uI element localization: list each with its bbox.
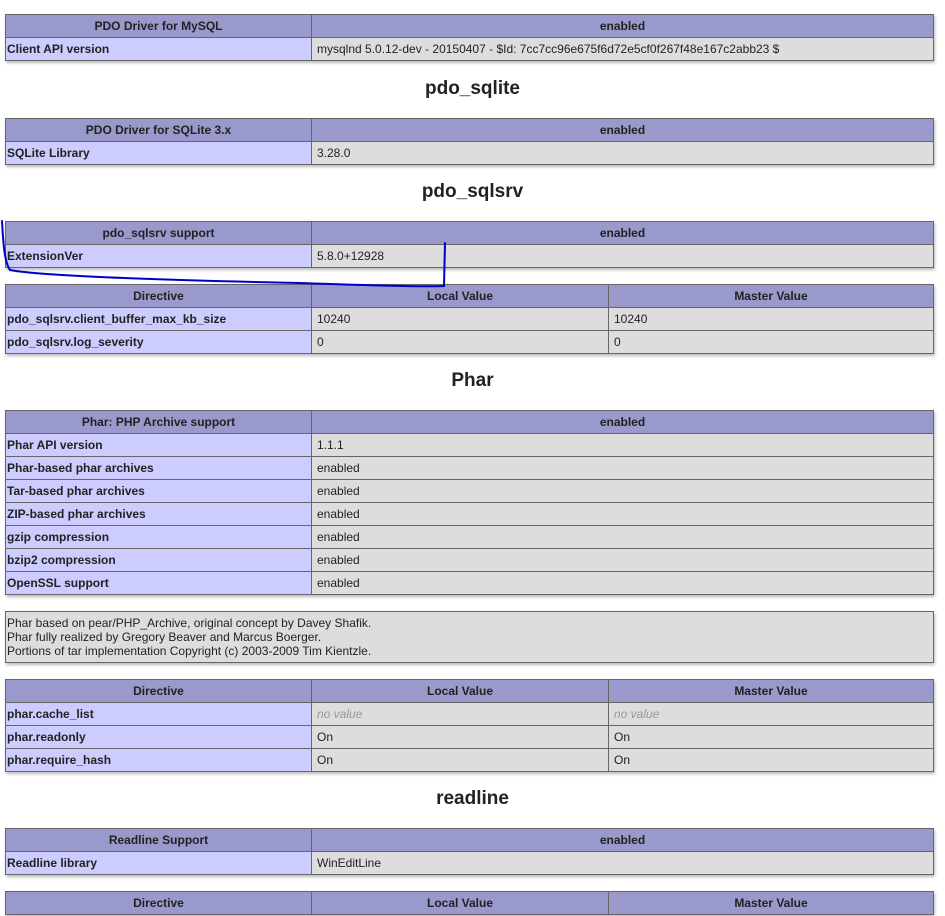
phar-table: Phar: PHP Archive support enabled Phar A… [5, 410, 934, 595]
table-header-cell: PDO Driver for SQLite 3.x [5, 118, 312, 142]
row-value: enabled [311, 456, 934, 480]
table-header-cell: Directive [5, 284, 312, 308]
row-key: Phar-based phar archives [5, 456, 312, 480]
table-header-cell: enabled [311, 118, 934, 142]
section-title-phar: Phar [451, 370, 494, 391]
table-header-cell: pdo_sqlsrv support [5, 221, 312, 245]
row-value: enabled [311, 479, 934, 503]
row-value: enabled [311, 502, 934, 526]
master-value: no value [608, 702, 934, 726]
row-value: enabled [311, 548, 934, 572]
table-header-row: PDO Driver for SQLite 3.x enabled [5, 118, 934, 142]
credits-line: Phar based on pear/PHP_Archive, original… [7, 616, 372, 630]
table-row: SQLite Library 3.28.0 [5, 141, 934, 165]
pdo-sqlite-table: PDO Driver for SQLite 3.x enabled SQLite… [5, 118, 934, 165]
row-key: ZIP-based phar archives [5, 502, 312, 526]
table-header-cell: Master Value [608, 284, 934, 308]
table-row: pdo_sqlsrv.client_buffer_max_kb_size 102… [5, 307, 934, 331]
table-header-cell: Directive [5, 891, 312, 915]
table-header-cell: Phar: PHP Archive support [5, 410, 312, 434]
table-header-cell: Directive [5, 679, 312, 703]
master-value: On [608, 748, 934, 772]
table-header-row: Directive Local Value Master Value [5, 891, 934, 915]
table-row: phar.readonly On On [5, 725, 934, 749]
table-header-cell: enabled [311, 14, 934, 38]
directive-name: phar.cache_list [5, 702, 312, 726]
table-row: Client API version mysqlnd 5.0.12-dev - … [5, 37, 934, 61]
row-key: gzip compression [5, 525, 312, 549]
table-header-row: Directive Local Value Master Value [5, 679, 934, 703]
credits-row: Phar based on pear/PHP_Archive, original… [5, 611, 934, 663]
table-row: bzip2 compression enabled [5, 548, 934, 572]
row-key: bzip2 compression [5, 548, 312, 572]
table-row: ZIP-based phar archives enabled [5, 502, 934, 526]
table-header-cell: Local Value [311, 891, 609, 915]
row-key: ExtensionVer [5, 244, 312, 268]
row-key: OpenSSL support [5, 571, 312, 595]
table-header-row: Phar: PHP Archive support enabled [5, 410, 934, 434]
section-title-pdo-sqlite: pdo_sqlite [424, 78, 520, 99]
credits-line: Phar fully realized by Gregory Beaver an… [7, 630, 322, 644]
credits-line: Portions of tar implementation Copyright… [7, 644, 372, 658]
row-key: Readline library [5, 851, 312, 875]
phar-directives-table: Directive Local Value Master Value phar.… [5, 679, 934, 772]
master-value: 0 [608, 330, 934, 354]
directive-name: phar.readonly [5, 725, 312, 749]
phar-credits-table: Phar based on pear/PHP_Archive, original… [5, 611, 934, 663]
table-header-cell: Local Value [311, 679, 609, 703]
table-header-cell: Master Value [608, 679, 934, 703]
local-value: On [311, 748, 609, 772]
local-value: no value [311, 702, 609, 726]
credits-text: Phar based on pear/PHP_Archive, original… [5, 611, 934, 663]
table-row: pdo_sqlsrv.log_severity 0 0 [5, 330, 934, 354]
row-key: Client API version [5, 37, 312, 61]
local-value: 10240 [311, 307, 609, 331]
table-row: ExtensionVer 5.8.0+12928 [5, 244, 934, 268]
table-header-cell: enabled [311, 410, 934, 434]
table-header-cell: Master Value [608, 891, 934, 915]
table-row: OpenSSL support enabled [5, 571, 934, 595]
row-value: enabled [311, 525, 934, 549]
table-row: phar.require_hash On On [5, 748, 934, 772]
table-row: Readline library WinEditLine [5, 851, 934, 875]
table-header-row: PDO Driver for MySQL enabled [5, 14, 934, 38]
table-header-cell: enabled [311, 828, 934, 852]
readline-table: Readline Support enabled Readline librar… [5, 828, 934, 875]
local-value: 0 [311, 330, 609, 354]
pdo-mysql-table: PDO Driver for MySQL enabled Client API … [5, 14, 934, 61]
master-value: On [608, 725, 934, 749]
row-key: Tar-based phar archives [5, 479, 312, 503]
directive-name: pdo_sqlsrv.log_severity [5, 330, 312, 354]
row-value: 3.28.0 [311, 141, 934, 165]
pdo-sqlsrv-directives-table: Directive Local Value Master Value pdo_s… [5, 284, 934, 354]
row-value: 1.1.1 [311, 433, 934, 457]
table-header-row: Readline Support enabled [5, 828, 934, 852]
row-value: 5.8.0+12928 [311, 244, 934, 268]
table-row: phar.cache_list no value no value [5, 702, 934, 726]
local-value: On [311, 725, 609, 749]
table-row: gzip compression enabled [5, 525, 934, 549]
table-header-row: pdo_sqlsrv support enabled [5, 221, 934, 245]
table-header-cell: PDO Driver for MySQL [5, 14, 312, 38]
pdo-sqlsrv-table: pdo_sqlsrv support enabled ExtensionVer … [5, 221, 934, 268]
table-header-cell: Local Value [311, 284, 609, 308]
table-row: Tar-based phar archives enabled [5, 479, 934, 503]
table-header-row: Directive Local Value Master Value [5, 284, 934, 308]
row-value: enabled [311, 571, 934, 595]
table-row: Phar API version 1.1.1 [5, 433, 934, 457]
row-key: Phar API version [5, 433, 312, 457]
row-value: WinEditLine [311, 851, 934, 875]
section-title-readline: readline [436, 788, 509, 809]
section-title-pdo-sqlsrv: pdo_sqlsrv [421, 181, 524, 202]
master-value: 10240 [608, 307, 934, 331]
readline-directives-table: Directive Local Value Master Value [5, 891, 934, 915]
table-header-cell: Readline Support [5, 828, 312, 852]
table-header-cell: enabled [311, 221, 934, 245]
table-row: Phar-based phar archives enabled [5, 456, 934, 480]
directive-name: phar.require_hash [5, 748, 312, 772]
row-key: SQLite Library [5, 141, 312, 165]
directive-name: pdo_sqlsrv.client_buffer_max_kb_size [5, 307, 312, 331]
row-value: mysqlnd 5.0.12-dev - 20150407 - $Id: 7cc… [311, 37, 934, 61]
